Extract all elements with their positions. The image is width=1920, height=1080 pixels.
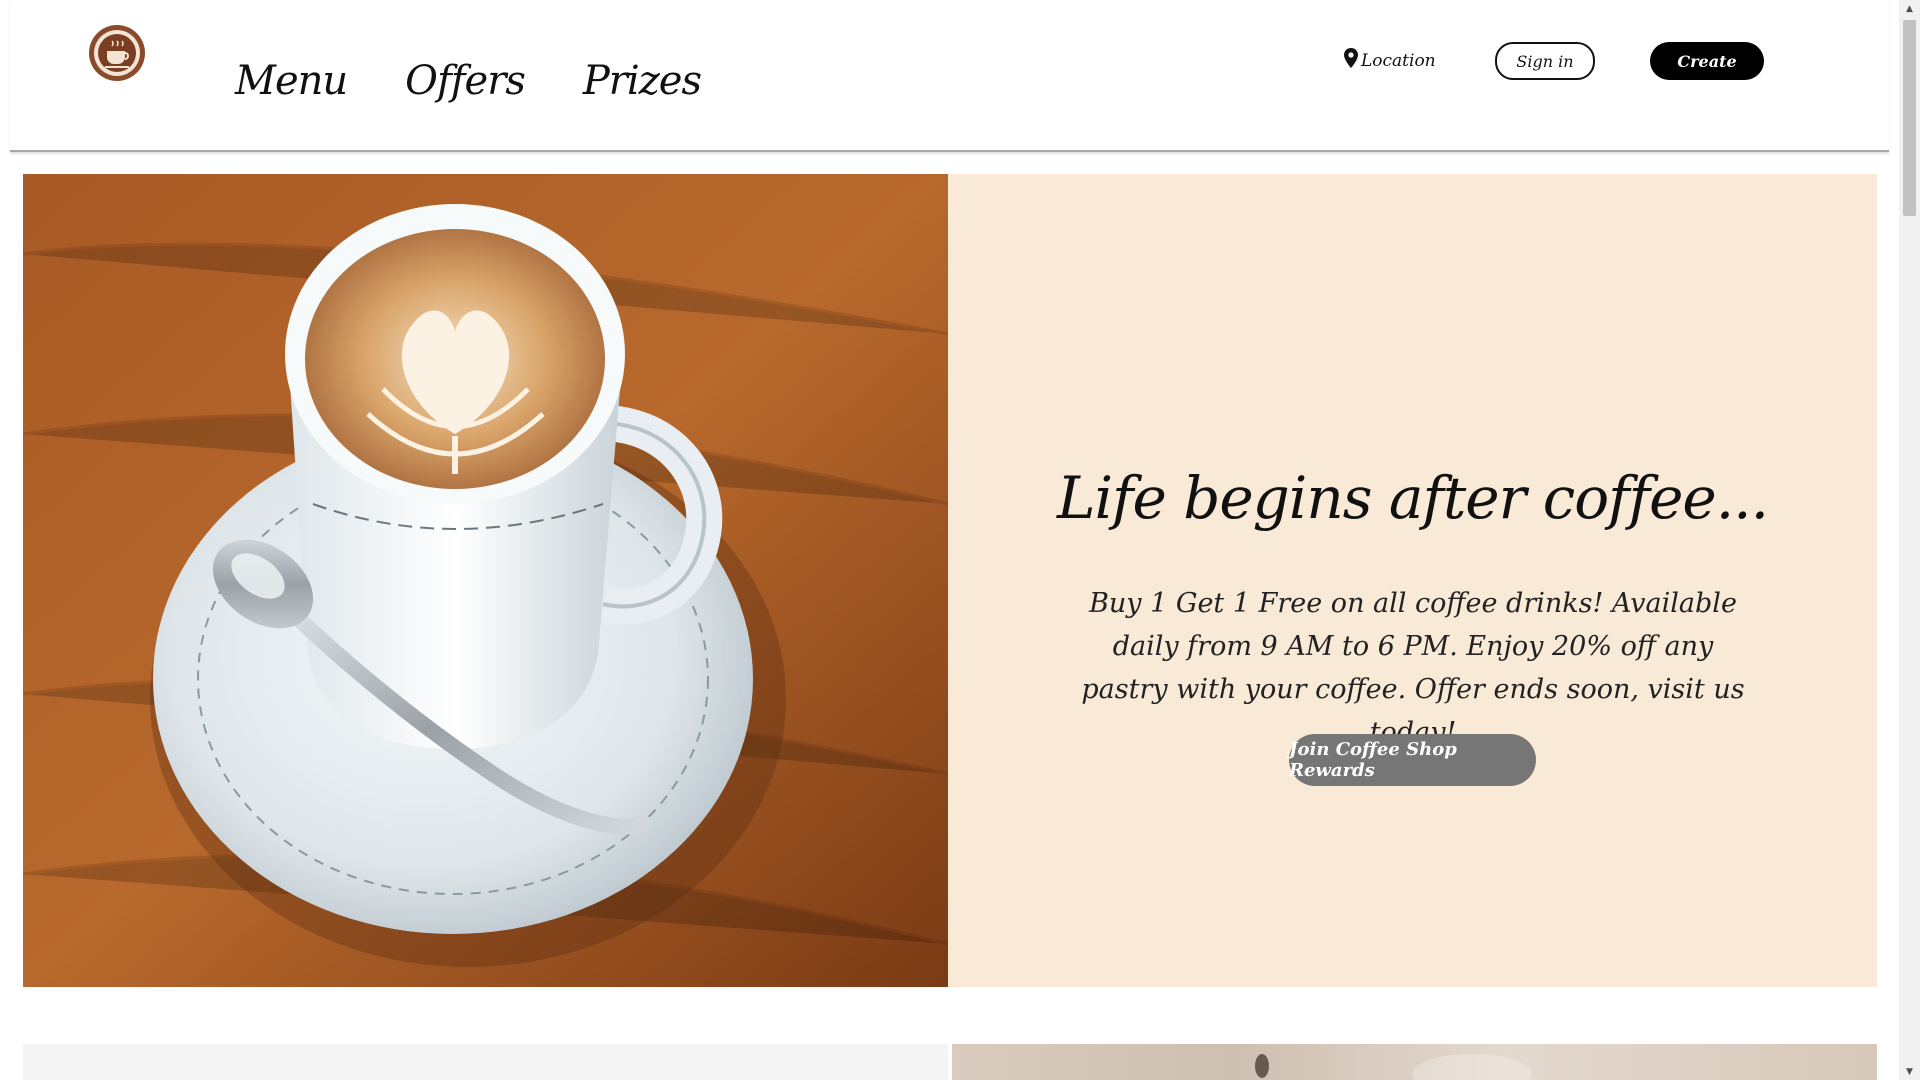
location-label: Location: [1361, 50, 1436, 71]
main-nav: Menu Offers Prizes: [235, 58, 702, 104]
nav-item-offers[interactable]: Offers: [405, 58, 526, 104]
page-scrollbar[interactable]: ▲ ▼: [1899, 0, 1920, 1080]
hero-description: Buy 1 Get 1 Free on all coffee drinks! A…: [1081, 588, 1745, 748]
section-two-text-panel: [23, 1044, 948, 1080]
hero-promo-panel: Life begins after coffee... Buy 1 Get 1 …: [948, 174, 1877, 987]
nav-item-menu[interactable]: Menu: [235, 58, 348, 104]
nav-item-prizes[interactable]: Prizes: [583, 58, 702, 104]
hero-coffee-image: [23, 174, 948, 987]
map-pin-icon: [1344, 48, 1358, 73]
scroll-up-icon[interactable]: ▲: [1899, 0, 1920, 17]
coffee-badge-icon[interactable]: [88, 24, 146, 82]
page: Menu Offers Prizes Location Sign in Crea…: [0, 0, 1920, 1080]
scroll-down-icon[interactable]: ▼: [1899, 1063, 1920, 1080]
hero-title: Life begins after coffee...: [1056, 464, 1769, 532]
location-link[interactable]: Location: [1344, 48, 1436, 73]
section-two-image: [952, 1044, 1877, 1080]
sign-in-button[interactable]: Sign in: [1495, 42, 1595, 80]
site-header: Menu Offers Prizes Location Sign in Crea…: [10, 0, 1889, 152]
join-rewards-button[interactable]: Join Coffee Shop Rewards: [1289, 734, 1536, 786]
scrollbar-thumb[interactable]: [1903, 20, 1916, 216]
create-account-button[interactable]: Create: [1650, 42, 1764, 80]
